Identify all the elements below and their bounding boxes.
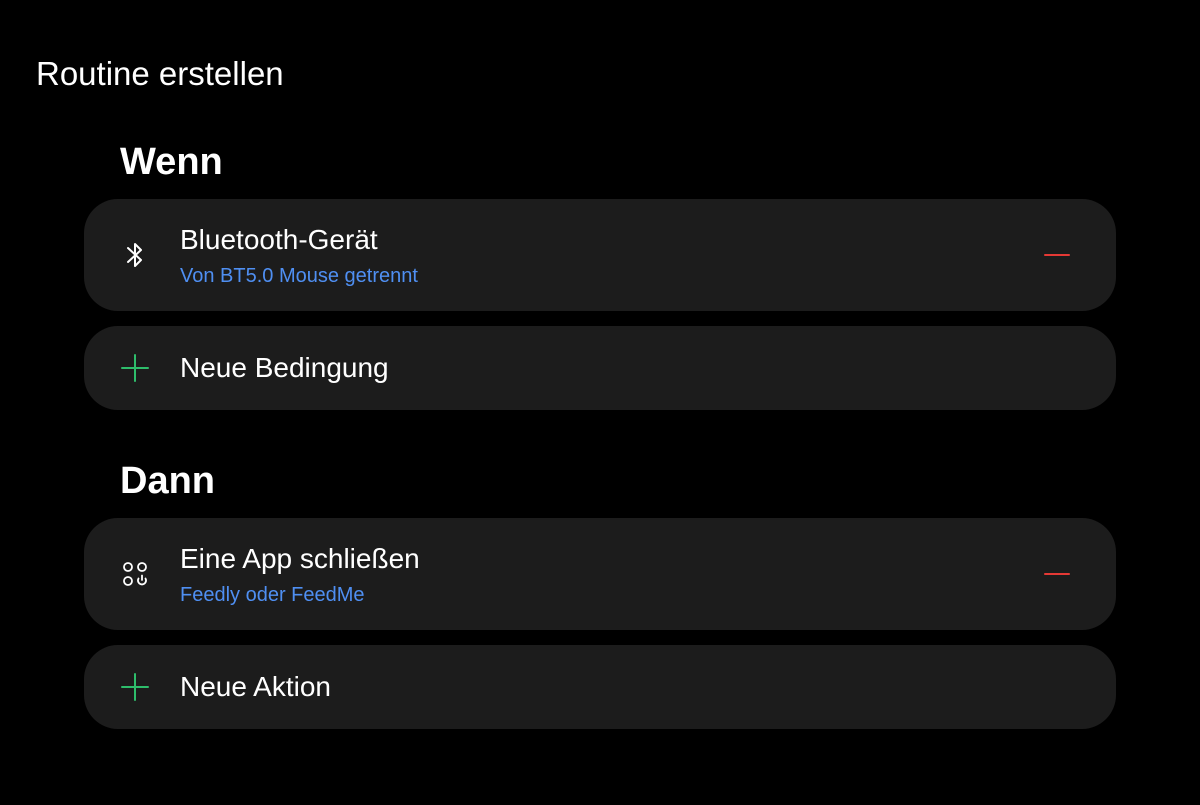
section-heading-if: Wenn bbox=[120, 141, 223, 183]
plus-icon bbox=[120, 353, 150, 383]
action-card-close-app[interactable]: Eine App schließen Feedly oder FeedMe bbox=[84, 518, 1116, 630]
add-action-label: Neue Aktion bbox=[180, 671, 331, 702]
action-subtitle: Feedly oder FeedMe bbox=[180, 584, 365, 606]
page-title: Routine erstellen bbox=[36, 55, 284, 92]
remove-action-button[interactable] bbox=[1042, 562, 1072, 586]
apps-icon bbox=[120, 559, 150, 589]
condition-subtitle: Von BT5.0 Mouse getrennt bbox=[180, 265, 418, 287]
section-heading-then: Dann bbox=[120, 460, 215, 502]
condition-title: Bluetooth-Gerät bbox=[180, 224, 378, 255]
minus-icon bbox=[1044, 573, 1070, 575]
bluetooth-icon bbox=[120, 240, 150, 270]
add-condition-button[interactable]: Neue Bedingung bbox=[84, 326, 1116, 410]
plus-icon bbox=[120, 672, 150, 702]
add-condition-label: Neue Bedingung bbox=[180, 352, 389, 383]
minus-icon bbox=[1044, 254, 1070, 256]
action-title: Eine App schließen bbox=[180, 543, 420, 574]
condition-card-bluetooth[interactable]: Bluetooth-Gerät Von BT5.0 Mouse getrennt bbox=[84, 199, 1116, 311]
add-action-button[interactable]: Neue Aktion bbox=[84, 645, 1116, 729]
remove-condition-button[interactable] bbox=[1042, 243, 1072, 267]
